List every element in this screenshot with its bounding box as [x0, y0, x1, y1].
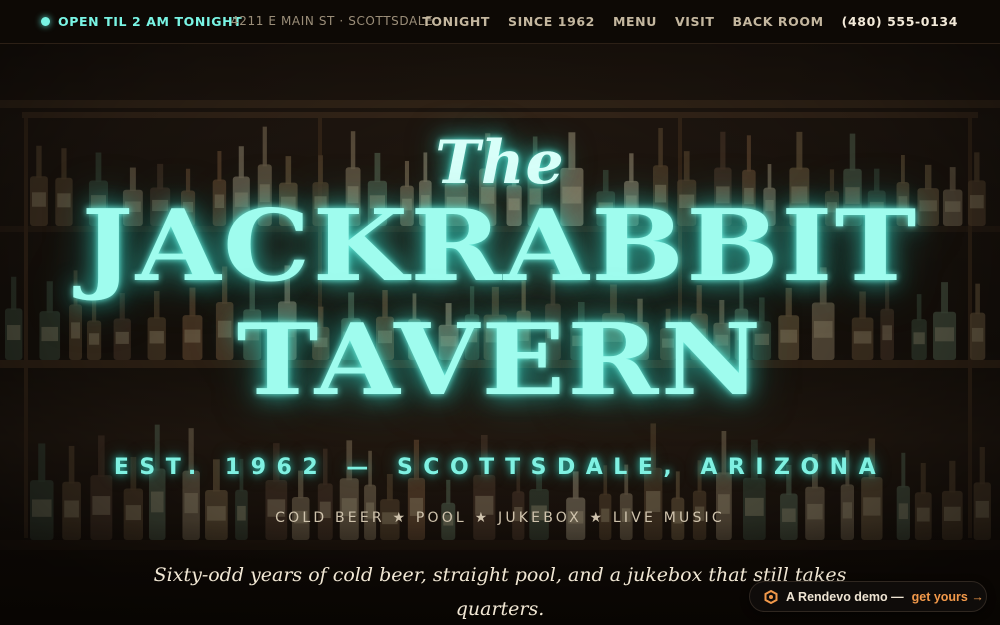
- nav-back-room[interactable]: BACK ROOM: [733, 14, 824, 29]
- nav-tonight[interactable]: TONIGHT: [422, 14, 490, 29]
- rendevo-demo-badge[interactable]: A Rendevo demo — get yours →: [749, 581, 987, 612]
- rendevo-logo-icon: [764, 589, 778, 604]
- features-line: COLD BEER ★ POOL ★ JUKEBOX ★ LIVE MUSIC: [275, 510, 725, 526]
- nav-visit[interactable]: VISIT: [675, 14, 715, 29]
- hero-title-line1: JACKRABBIT: [81, 189, 919, 304]
- hero-title-line2: TAVERN: [236, 303, 764, 418]
- open-status: OPEN TIL 2 AM TONIGHT: [41, 14, 242, 29]
- nav-since-1962[interactable]: SINCE 1962: [508, 14, 595, 29]
- get-yours-link[interactable]: get yours →: [912, 590, 984, 604]
- nav-menu[interactable]: MENU: [613, 14, 657, 29]
- top-bar: OPEN TIL 2 AM TONIGHT 4211 E MAIN ST · S…: [0, 0, 1000, 44]
- main-nav: TONIGHT SINCE 1962 MENU VISIT BACK ROOM …: [422, 14, 958, 29]
- address-text: 4211 E MAIN ST · SCOTTSDALE: [231, 14, 434, 28]
- established-line: EST. 1962 — SCOTTSDALE, ARIZONA: [113, 455, 887, 480]
- phone-link[interactable]: (480) 555-0134: [842, 14, 958, 29]
- badge-text: A Rendevo demo —: [786, 589, 904, 604]
- open-status-text: OPEN TIL 2 AM TONIGHT: [58, 14, 243, 29]
- status-dot-icon: [41, 17, 50, 26]
- hero-the: The: [435, 128, 565, 198]
